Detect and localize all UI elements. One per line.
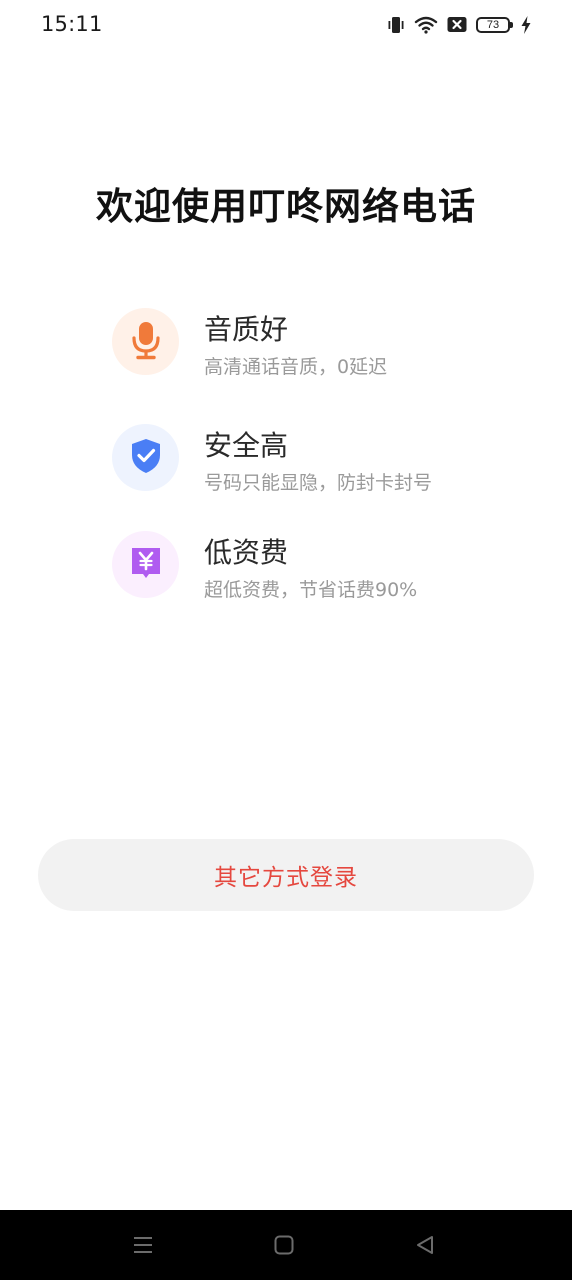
microphone-icon [129, 320, 163, 364]
battery-icon: 73 [476, 17, 513, 33]
feature-title: 低资费 [204, 536, 289, 569]
feature-item-security: 安全高 号码只能显隐，防封卡封号 [112, 424, 512, 504]
feature-desc: 高清通话音质，0延迟 [204, 356, 388, 378]
vibrate-icon [386, 15, 406, 35]
feature-item-sound-quality: 音质好 高清通话音质，0延迟 [112, 308, 512, 388]
status-icons: 73 [386, 13, 532, 37]
feature-icon-wrap [112, 531, 179, 598]
feature-icon-wrap [112, 308, 179, 375]
feature-title: 音质好 [204, 313, 289, 346]
page-title: 欢迎使用叮咚网络电话 [96, 185, 476, 228]
feature-desc: 超低资费，节省话费90% [204, 579, 418, 601]
menu-icon[interactable] [130, 1232, 156, 1258]
sim-off-icon [446, 15, 468, 35]
charging-icon [520, 15, 532, 35]
other-login-button[interactable]: 其它方式登录 [38, 839, 534, 911]
feature-item-low-cost: 低资费 超低资费，节省话费90% [112, 531, 512, 611]
shield-check-icon [129, 437, 163, 479]
feature-desc: 号码只能显隐，防封卡封号 [204, 472, 433, 494]
feature-title: 安全高 [204, 429, 289, 462]
status-time: 15:11 [41, 12, 103, 36]
back-icon[interactable] [412, 1232, 438, 1258]
battery-level: 73 [486, 19, 500, 31]
status-bar: 15:11 73 [0, 0, 572, 52]
feature-icon-wrap [112, 424, 179, 491]
home-icon[interactable] [271, 1232, 297, 1258]
navigation-bar [0, 1210, 572, 1280]
yen-icon [129, 545, 163, 585]
wifi-icon [414, 15, 438, 35]
